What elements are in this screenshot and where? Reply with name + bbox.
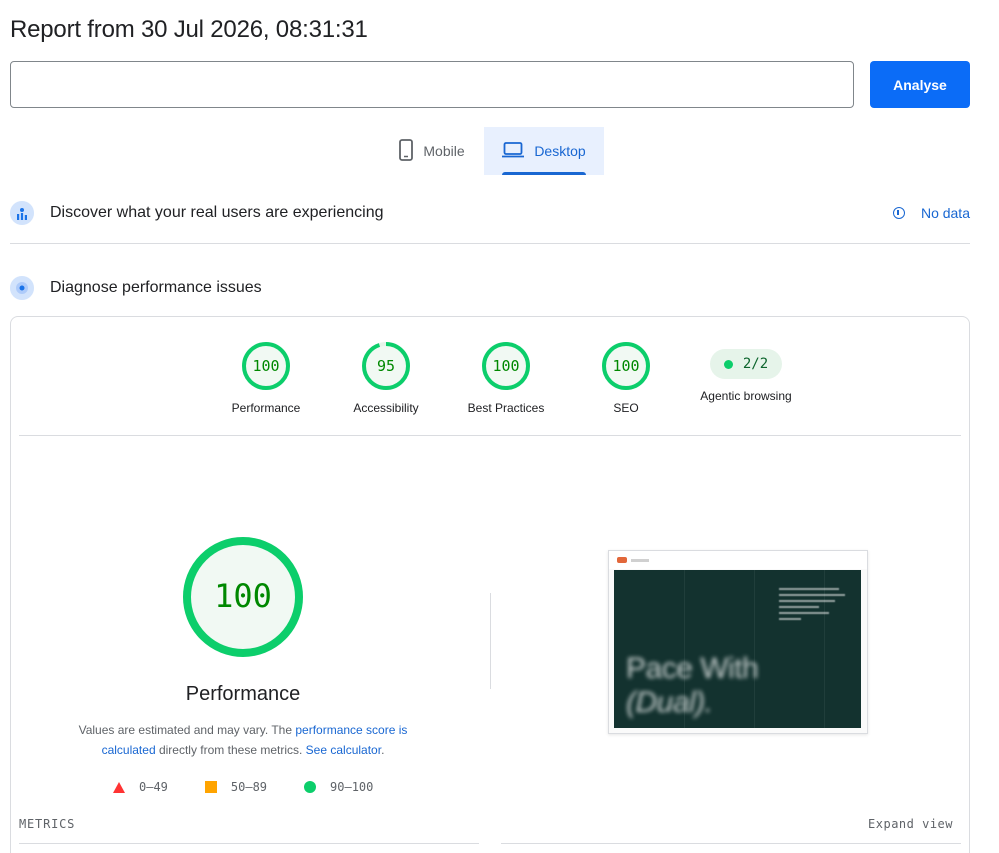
legend-item-pass: 90–100 [304, 780, 373, 794]
report-title: Report from 30 Jul 2026, 08:31:31 [10, 16, 368, 43]
vertical-separator [490, 593, 491, 689]
site-logo-text [631, 558, 649, 562]
gauge-agentic-browsing[interactable]: 2/2 Agentic browsing [686, 341, 806, 415]
url-input[interactable] [10, 61, 854, 108]
field-data-title: Discover what your real users are experi… [50, 204, 384, 221]
metrics-divider-right [501, 843, 961, 844]
desc-middle: directly from these metrics. [155, 743, 306, 757]
fail-triangle-icon [113, 781, 125, 793]
lighthouse-card: 100 Performance 95 Accessibility 100 Best Pra… [10, 316, 970, 853]
metrics-divider-left [19, 843, 479, 844]
smartphone-icon [399, 138, 414, 164]
hero-text-lines [779, 588, 845, 624]
site-logo [617, 557, 627, 563]
see-calculator-link[interactable]: See calculator [306, 743, 381, 757]
pass-circle-icon [304, 781, 317, 793]
lab-data-title: Diagnose performance issues [50, 279, 262, 296]
gauge-value: 100 [492, 357, 519, 375]
lighthouse-icon [10, 276, 34, 300]
agentic-pill: 2/2 [710, 349, 782, 379]
gauge-label: Accessibility [353, 401, 419, 415]
gauge-label: Best Practices [467, 401, 545, 415]
expand-view-button[interactable]: Expand view [868, 817, 953, 831]
no-data-link[interactable]: No data [892, 205, 970, 221]
score-legend: 0–49 50–89 90–100 [113, 780, 373, 794]
tab-mobile[interactable]: Mobile [380, 127, 484, 175]
legend-item-average: 50–89 [204, 780, 268, 794]
legend-average-range: 50–89 [230, 780, 268, 794]
gauge-value: 95 [377, 357, 395, 375]
screenshot-hero: Pace With (Dual). [614, 570, 861, 728]
analyse-button[interactable]: Analyse [870, 61, 970, 108]
laptop-icon [502, 141, 525, 161]
section-divider [10, 243, 970, 244]
crux-users-icon [10, 201, 34, 225]
performance-title: Performance [185, 683, 301, 705]
device-tabs: Mobile Desktop [380, 127, 604, 175]
score-gauges: 100 Performance 95 Accessibility 100 Best Pra… [206, 341, 806, 415]
gauge-ring: 100 [602, 342, 650, 390]
gauge-label: Performance [231, 401, 301, 415]
desc-prefix: Values are estimated and may vary. The [78, 723, 296, 737]
tab-mobile-label: Mobile [423, 143, 465, 159]
card-divider [19, 435, 961, 436]
info-icon [892, 207, 905, 219]
legend-item-fail: 0–49 [113, 780, 168, 794]
gauge-best-practices[interactable]: 100 Best Practices [446, 341, 566, 415]
gauge-label: SEO [613, 401, 639, 415]
gauge-performance[interactable]: 100 Performance [206, 341, 326, 415]
gauge-label: Agentic browsing [700, 389, 792, 403]
legend-fail-range: 0–49 [139, 780, 168, 794]
average-square-icon [204, 781, 217, 793]
gauge-accessibility[interactable]: 95 Accessibility [326, 341, 446, 415]
tab-desktop[interactable]: Desktop [484, 127, 604, 175]
hero-line-2: (Dual). [626, 686, 713, 719]
lab-data-section: Diagnose performance issues [10, 275, 970, 301]
gauge-ring: 100 [242, 342, 290, 390]
tab-desktop-label: Desktop [534, 143, 586, 159]
gauge-seo[interactable]: 100 SEO [566, 341, 686, 415]
hero-headline: Pace With (Dual). [626, 652, 759, 720]
desc-suffix: . [381, 743, 385, 757]
legend-pass-range: 90–100 [330, 780, 374, 794]
gauge-value: 100 [612, 357, 639, 375]
screenshot-topbar [609, 551, 867, 569]
agentic-value: 2/2 [742, 356, 769, 372]
performance-big-gauge[interactable]: 100 [181, 535, 305, 664]
hero-line-1: Pace With [626, 652, 759, 685]
gauge-ring: 95 [362, 342, 410, 390]
performance-description: Values are estimated and may vary. The p… [51, 720, 435, 760]
field-data-section: Discover what your real users are experi… [10, 200, 970, 226]
no-data-label: No data [920, 205, 970, 221]
gauge-ring: 100 [482, 342, 530, 390]
pass-dot-icon [723, 359, 733, 369]
metrics-label: METRICS [19, 817, 76, 831]
big-gauge-value: 100 [214, 577, 272, 615]
final-screenshot[interactable]: Pace With (Dual). [608, 550, 868, 734]
gauge-value: 100 [252, 357, 279, 375]
